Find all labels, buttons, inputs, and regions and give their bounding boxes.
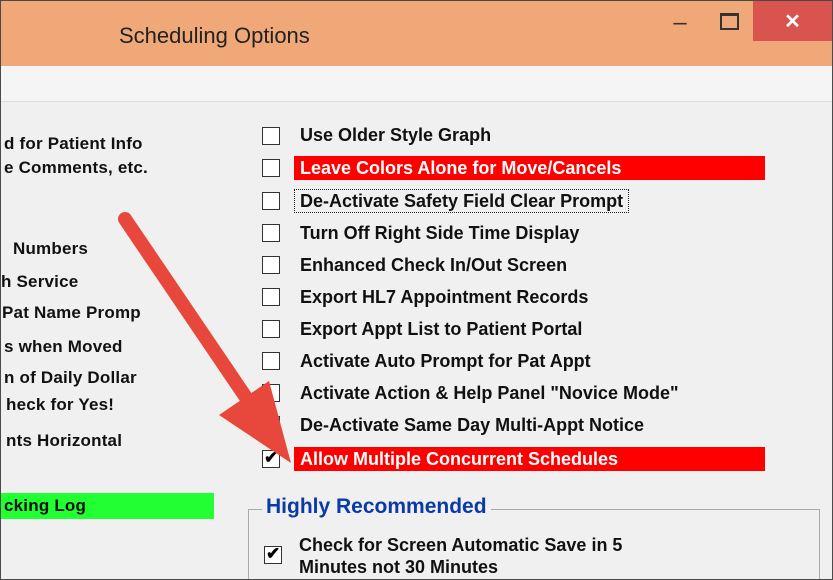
left-label: h Service [1,272,79,291]
checkbox-right-side-time[interactable] [262,224,280,242]
left-label: heck for Yes! [6,395,115,414]
option-export-hl7[interactable]: Export HL7 Appointment Records [294,285,594,309]
scheduling-options-window: Scheduling Options – ✕ d for Patient Inf… [0,0,833,580]
checkbox-safety-field[interactable] [262,192,280,210]
toolbar-strip [1,66,832,102]
checkbox-novice-mode[interactable] [262,384,280,402]
option-leave-colors[interactable]: Leave Colors Alone for Move/Cancels [294,156,765,180]
option-safety-field[interactable]: De-Activate Safety Field Clear Prompt [294,189,630,213]
checkmark-icon: ✔ [266,544,281,563]
option-auto-prompt[interactable]: Activate Auto Prompt for Pat Appt [294,349,597,373]
left-label: Numbers [13,239,89,258]
left-label: e Comments, etc. [4,158,148,177]
checkmark-icon: ✔ [264,448,279,467]
minimize-icon: – [673,9,687,36]
option-auto-save-line2[interactable]: Minutes not 30 Minutes [299,556,498,578]
checkbox-multiple-schedules[interactable]: ✔ [262,448,280,468]
option-novice-mode[interactable]: Activate Action & Help Panel "Novice Mod… [294,381,684,405]
minimize-button[interactable]: – [659,1,701,41]
close-button[interactable]: ✕ [753,1,832,41]
checkbox-leave-colors[interactable] [262,159,280,177]
window-title: Scheduling Options [119,23,310,48]
highly-recommended-title: Highly Recommended [262,495,491,519]
option-enhanced-check[interactable]: Enhanced Check In/Out Screen [294,253,573,277]
tracking-log-label: cking Log [4,496,87,515]
left-label: n of Daily Dollar [4,368,137,387]
close-icon: ✕ [784,10,801,33]
checkbox-auto-save[interactable]: ✔ [264,544,282,564]
checkbox-enhanced-check[interactable] [262,256,280,274]
checkbox-export-hl7[interactable] [262,288,280,306]
left-label: s when Moved [4,337,123,356]
checkbox-multi-appt-notice[interactable] [262,416,280,434]
tracking-log-bar[interactable]: cking Log [1,493,214,519]
maximize-icon [719,12,739,30]
option-right-side-time[interactable]: Turn Off Right Side Time Display [294,221,585,245]
left-label: Pat Name Promp [2,303,141,322]
option-multiple-schedules[interactable]: Allow Multiple Concurrent Schedules [294,447,765,471]
left-label: nts Horizontal [6,431,123,450]
checkbox-export-portal[interactable] [262,320,280,338]
left-label: d for Patient Info [4,134,143,153]
option-export-portal[interactable]: Export Appt List to Patient Portal [294,317,588,341]
option-multi-appt-notice[interactable]: De-Activate Same Day Multi-Appt Notice [294,413,650,437]
title-bar: Scheduling Options – ✕ [1,1,832,66]
option-auto-save-line1[interactable]: Check for Screen Automatic Save in 5 [299,534,622,556]
checkbox-older-style-graph[interactable] [262,127,280,145]
checkbox-auto-prompt[interactable] [262,352,280,370]
maximize-button[interactable] [705,1,753,41]
option-older-style-graph[interactable]: Use Older Style Graph [294,123,497,147]
